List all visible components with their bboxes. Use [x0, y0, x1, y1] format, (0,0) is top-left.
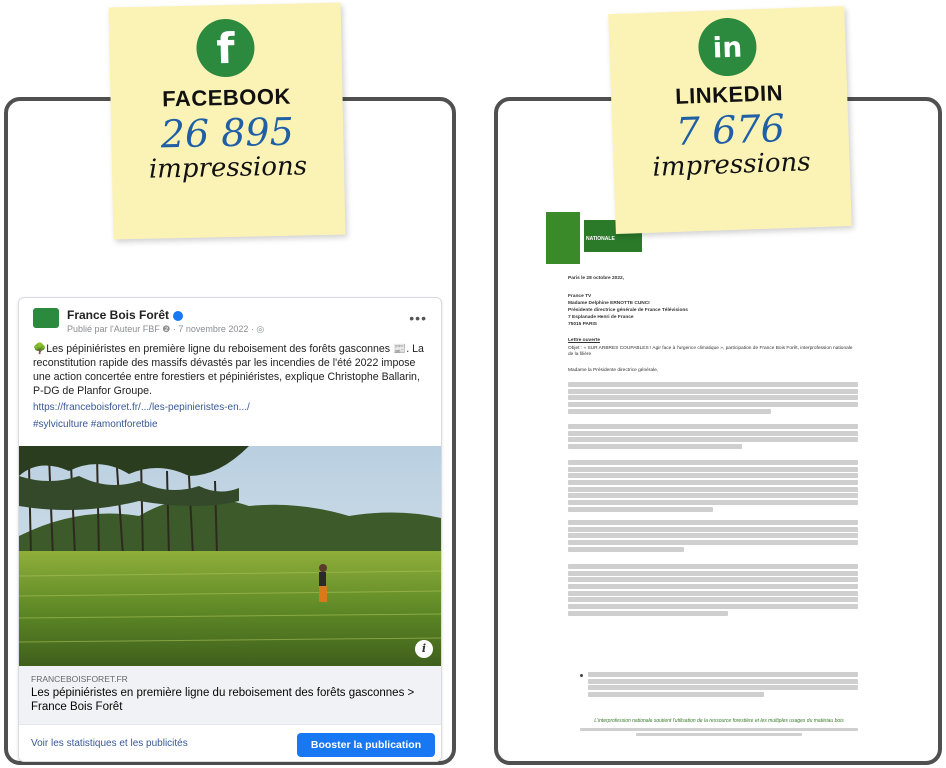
logo-mark: [546, 212, 580, 264]
verified-icon: [173, 310, 184, 321]
view-stats-link[interactable]: Voir les statistiques et les publicités: [31, 738, 188, 749]
post-photo[interactable]: i: [19, 446, 441, 666]
facebook-post: France Bois Forêt Publié par l'Auteur FB…: [18, 297, 442, 762]
facebook-impressions-count: 26 895: [160, 109, 295, 157]
info-icon[interactable]: i: [415, 640, 433, 658]
open-letter-document: NATIONALE Paris le 28 octobre 2022, Fran…: [540, 212, 878, 752]
link-domain: FRANCEBOISFORET.FR: [31, 674, 128, 684]
bullet-point-icon: [580, 674, 583, 677]
facebook-impressions-unit: impressions: [148, 151, 308, 185]
post-link[interactable]: https://franceboisforet.fr/.../les-pepin…: [19, 398, 441, 413]
letter-date: Paris le 28 octobre 2022,: [568, 276, 624, 281]
letter-recipient-city: 75015 PARIS: [568, 322, 597, 327]
letter-footer: L'interprofession nationale soutient l'u…: [594, 718, 844, 724]
letter-paragraph-2: [568, 424, 858, 451]
boost-post-button[interactable]: Booster la publication: [297, 733, 435, 757]
letter-paragraph-3: [568, 460, 858, 514]
letter-footer-address: [580, 728, 858, 737]
letter-salutation: Madame la Présidente directrice générale…: [568, 368, 659, 373]
link-title: Les pépiniéristes en première ligne du r…: [31, 687, 415, 713]
post-meta: Publié par l'Auteur FBF ❷ · 7 novembre 2…: [67, 324, 265, 334]
letter-recipient-name: Madame Delphine ERNOTTE CUNCI: [568, 301, 650, 306]
forest-photo-image: [19, 446, 441, 666]
post-body: 🌳Les pépiniéristes en première ligne du …: [33, 343, 424, 397]
post-hashtags[interactable]: #sylviculture #amontforetbie: [19, 413, 441, 430]
letter-object: Objet : « SUR ARBRES COUPABLES ! Agir fa…: [568, 346, 853, 358]
post-header: France Bois Forêt Publié par l'Auteur FB…: [19, 298, 441, 342]
facebook-sticky-note: f FACEBOOK 26 895 impressions: [108, 2, 346, 240]
facebook-icon: f: [195, 18, 256, 78]
linkedin-sticky-note: in LINKEDIN 7 676 impressions: [608, 5, 852, 235]
letter-recipient-title: Présidente directrice générale de France…: [568, 308, 688, 313]
letter-recipient-address: 7 Esplanade Henri de France: [568, 315, 634, 320]
link-preview-card[interactable]: FRANCEBOISFORET.FR Les pépiniéristes en …: [19, 666, 441, 724]
more-options-icon[interactable]: •••: [409, 310, 427, 326]
letter-paragraph-1: [568, 382, 858, 415]
letter-recipient: France TV: [568, 294, 592, 299]
letter-paragraph-5: [568, 564, 858, 618]
letter-paragraph-4: [568, 520, 858, 553]
post-footer: Voir les statistiques et les publicités …: [19, 724, 441, 761]
facebook-label: FACEBOOK: [161, 83, 292, 112]
page-avatar[interactable]: [33, 308, 59, 328]
logo-text: NATIONALE: [586, 236, 615, 242]
letter-type: Lettre ouverte: [568, 338, 600, 343]
letter-bullet-1: [588, 672, 858, 699]
page-name-label: France Bois Forêt: [67, 308, 170, 322]
linkedin-icon: in: [697, 17, 758, 78]
page-name[interactable]: France Bois Forêt: [67, 308, 184, 322]
